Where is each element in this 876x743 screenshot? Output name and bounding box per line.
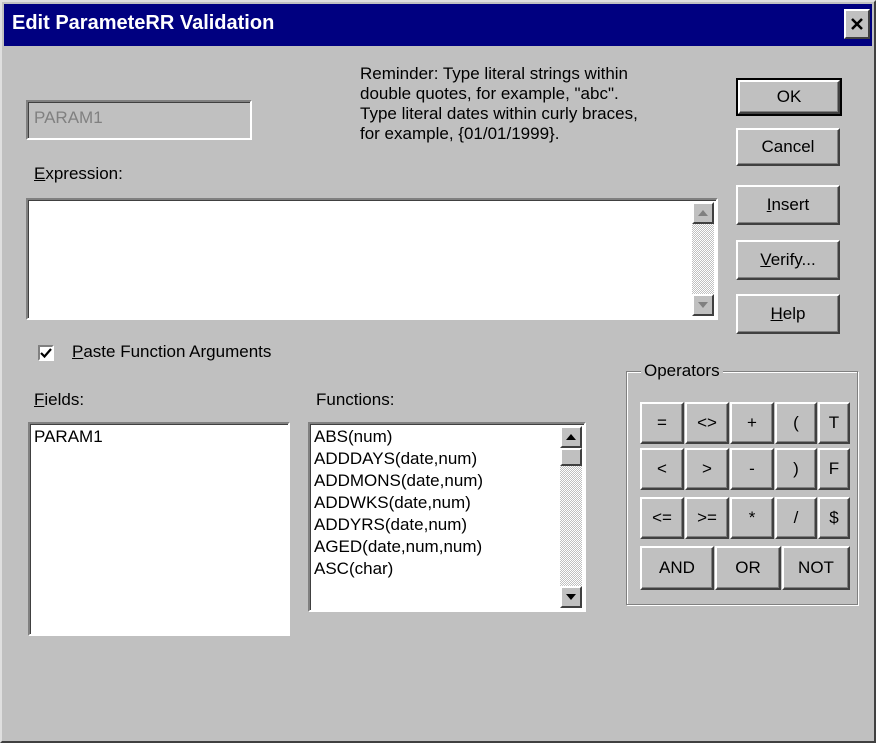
functions-scrollbar[interactable] <box>560 426 582 608</box>
operators-label: Operators <box>641 361 723 381</box>
operator-and-button[interactable]: AND <box>640 546 714 590</box>
arrow-down-icon <box>566 594 576 600</box>
operator-close-paren-button[interactable]: ) <box>775 448 817 490</box>
operator-label: ( <box>793 413 799 432</box>
operator-minus-button[interactable]: - <box>730 448 774 490</box>
expression-label: Expression: <box>34 164 123 183</box>
cancel-button-label: Cancel <box>761 137 815 156</box>
operator-or-button[interactable]: OR <box>715 546 781 590</box>
verify-button[interactable]: Verify... <box>736 240 840 280</box>
operator-plus-button[interactable]: + <box>730 402 774 444</box>
functions-listbox[interactable]: ABS(num) ADDDAYS(date,num) ADDMONS(date,… <box>308 422 586 612</box>
operator-label: > <box>702 459 712 478</box>
operator-dollar-button[interactable]: $ <box>818 497 850 539</box>
scroll-down-button[interactable] <box>560 586 582 608</box>
operator-label: $ <box>829 508 839 527</box>
reminder-line: double quotes, for example, "abc". <box>360 84 619 103</box>
operator-label: NOT <box>798 558 834 577</box>
operator-label: T <box>828 413 840 432</box>
paste-args-checkbox[interactable] <box>38 345 54 361</box>
dialog-window: Edit ParameteRR Validation Reminder: Typ… <box>0 0 876 743</box>
paste-args-label[interactable]: Paste Function Arguments <box>72 342 271 362</box>
operator-label: + <box>747 413 757 432</box>
operator-label: <> <box>697 413 717 432</box>
operator-label: / <box>793 508 799 527</box>
list-item[interactable]: PARAM1 <box>34 426 284 448</box>
ok-button[interactable]: OK <box>736 78 842 116</box>
list-item[interactable]: ASC(char) <box>314 558 580 580</box>
operator-false-button[interactable]: F <box>818 448 850 490</box>
reminder-line: for example, {01/01/1999}. <box>360 124 560 143</box>
operator-greater-equal-button[interactable]: >= <box>685 497 729 539</box>
operator-not-button[interactable]: NOT <box>782 546 850 590</box>
title-bar[interactable]: Edit ParameteRR Validation <box>4 4 872 46</box>
operator-open-paren-button[interactable]: ( <box>775 402 817 444</box>
operator-multiply-button[interactable]: * <box>730 497 774 539</box>
operator-label: F <box>828 459 840 478</box>
operator-label: = <box>657 413 667 432</box>
help-button[interactable]: Help <box>736 294 840 334</box>
operator-label: * <box>748 508 756 527</box>
insert-button[interactable]: Insert <box>736 185 840 225</box>
operator-label: ) <box>793 459 799 478</box>
cancel-button[interactable]: Cancel <box>736 128 840 166</box>
reminder-line: Type literal dates within curly braces, <box>360 104 638 123</box>
insert-button-label: Insert <box>766 195 810 214</box>
arrow-down-icon <box>698 302 708 308</box>
list-item[interactable]: ADDWKS(date,num) <box>314 492 580 514</box>
list-item[interactable]: ADDDAYS(date,num) <box>314 448 580 470</box>
expression-textarea[interactable] <box>26 198 718 320</box>
close-button[interactable] <box>844 9 870 39</box>
functions-label: Functions: <box>316 390 395 409</box>
operator-less-equal-button[interactable]: <= <box>640 497 684 539</box>
operator-label: < <box>657 459 667 478</box>
scroll-down-button[interactable] <box>692 294 714 316</box>
parameter-name-value: PARAM1 <box>34 108 103 127</box>
operator-not-equal-button[interactable]: <> <box>685 402 729 444</box>
operator-equals-button[interactable]: = <box>640 402 684 444</box>
scroll-thumb[interactable] <box>560 448 582 466</box>
operator-label: OR <box>735 558 761 577</box>
list-item[interactable]: ABS(num) <box>314 426 580 448</box>
help-button-label: Help <box>770 304 806 323</box>
operator-label: >= <box>697 508 717 527</box>
arrow-up-icon <box>566 434 576 440</box>
list-item[interactable]: ADDMONS(date,num) <box>314 470 580 492</box>
operator-label: <= <box>652 508 672 527</box>
operator-greater-button[interactable]: > <box>685 448 729 490</box>
operator-divide-button[interactable]: / <box>775 497 817 539</box>
reminder-line: Reminder: Type literal strings within <box>360 64 629 83</box>
operator-label: AND <box>659 558 695 577</box>
parameter-name-field: PARAM1 <box>26 100 252 140</box>
fields-listbox[interactable]: PARAM1 <box>28 422 290 636</box>
ok-button-label: OK <box>776 87 802 106</box>
list-item[interactable]: ADDYRS(date,num) <box>314 514 580 536</box>
verify-button-label: Verify... <box>760 250 816 269</box>
window-title: Edit ParameteRR Validation <box>12 12 275 34</box>
fields-label: Fields: <box>34 390 85 409</box>
operator-label: - <box>749 459 755 478</box>
expression-scrollbar[interactable] <box>692 202 714 316</box>
check-icon <box>40 348 52 359</box>
list-item[interactable]: AGED(date,num,num) <box>314 536 580 558</box>
arrow-up-icon <box>698 210 708 216</box>
close-icon <box>851 18 863 30</box>
scroll-up-button[interactable] <box>560 426 582 448</box>
reminder-text: Reminder: Type literal strings within do… <box>360 64 638 144</box>
operator-less-button[interactable]: < <box>640 448 684 490</box>
scroll-up-button[interactable] <box>692 202 714 224</box>
operator-true-button[interactable]: T <box>818 402 850 444</box>
